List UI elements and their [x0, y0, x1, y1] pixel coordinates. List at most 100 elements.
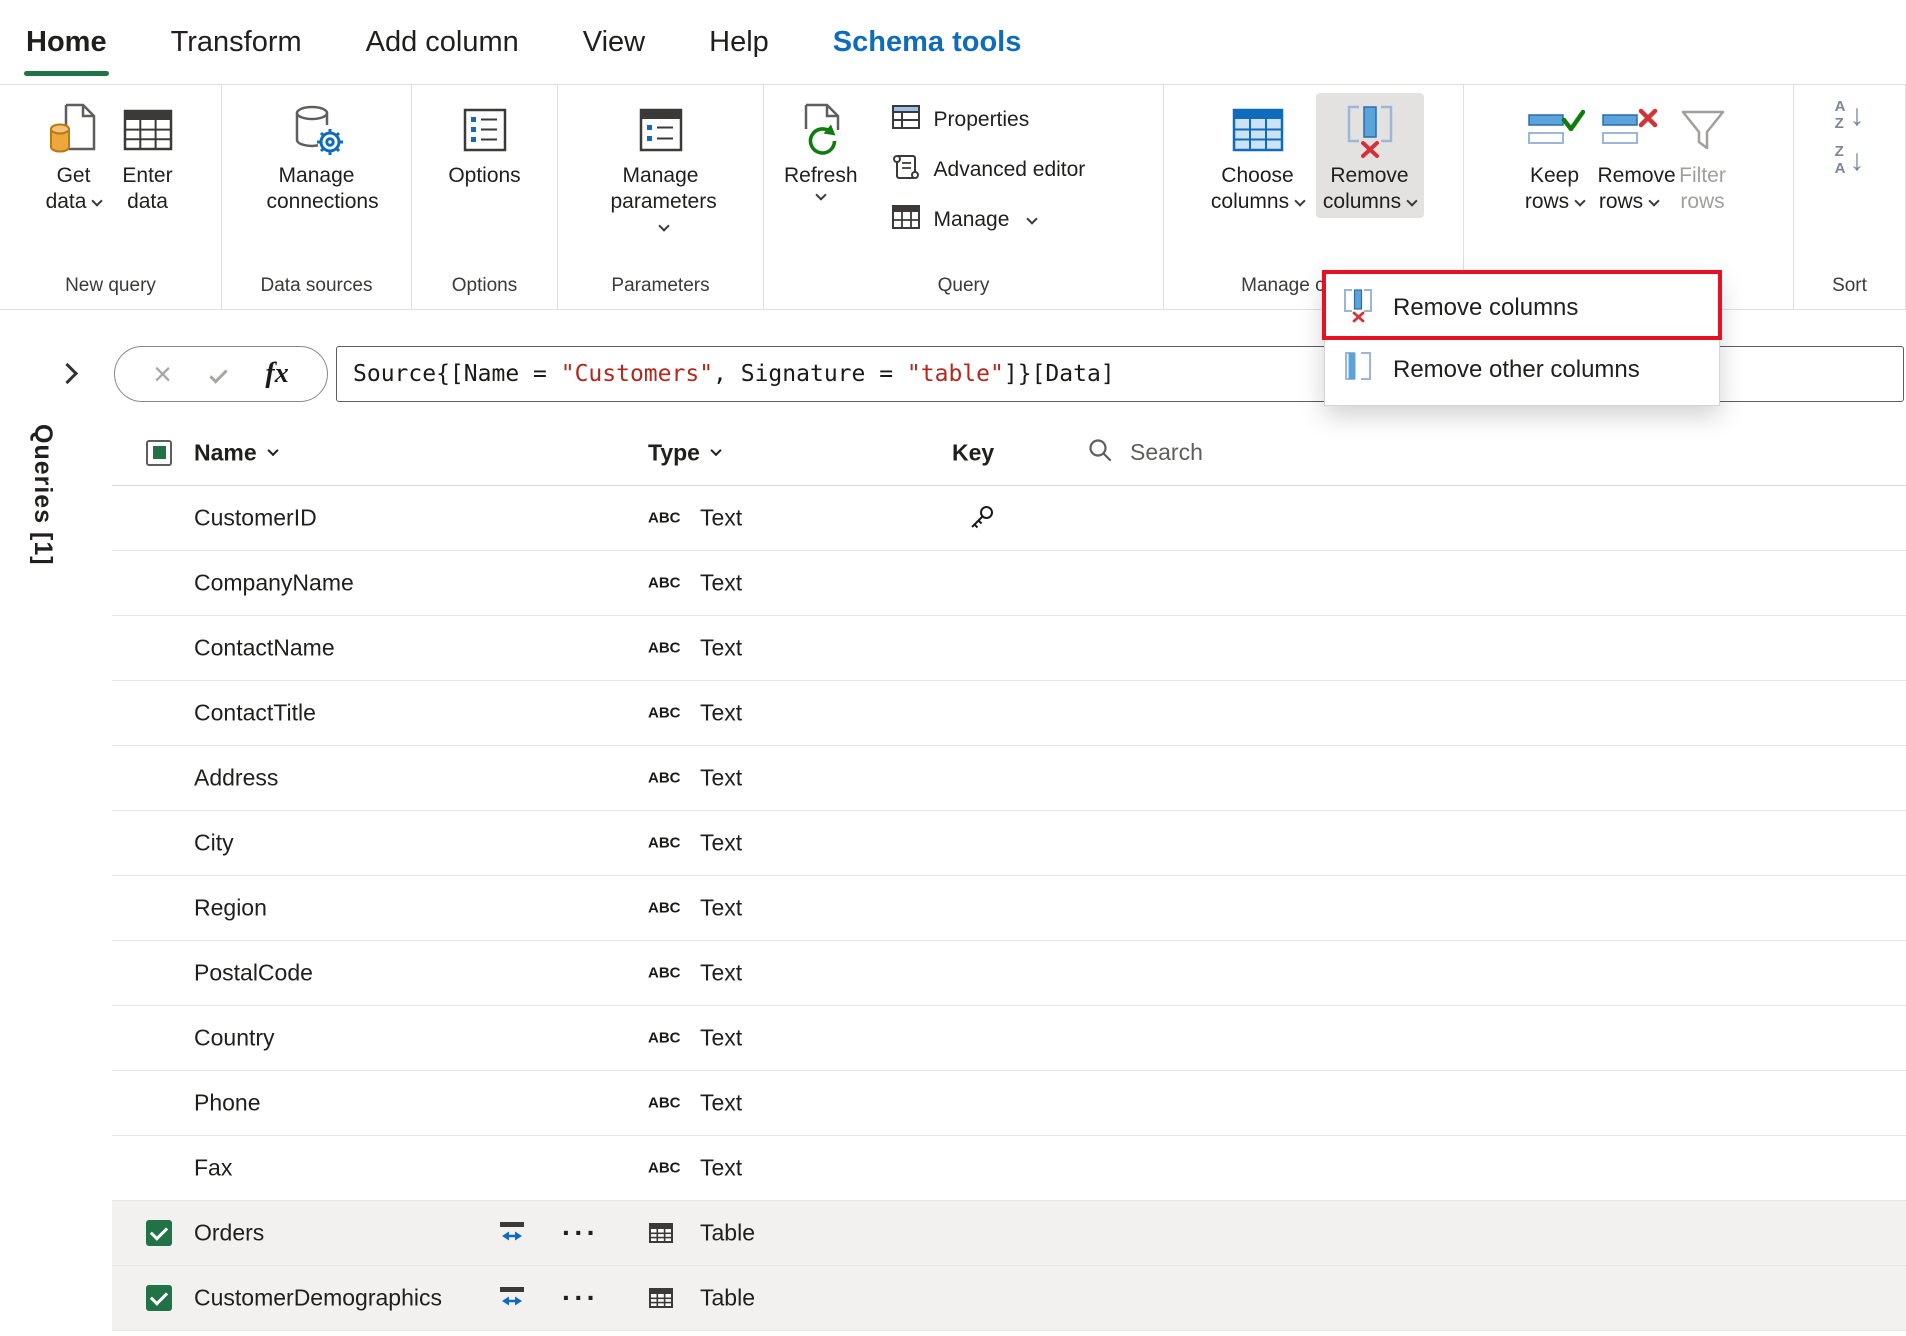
advanced-editor-icon: [890, 151, 922, 189]
field-type: Text: [700, 829, 743, 856]
chevron-down-icon: [658, 220, 670, 232]
tab-help[interactable]: Help: [709, 26, 769, 59]
menu-item-remove-columns[interactable]: Remove columns: [1322, 270, 1722, 340]
field-type: Text: [700, 894, 743, 921]
row-checkbox[interactable]: [146, 1285, 172, 1311]
manage-label: Manage: [933, 208, 1010, 231]
field-name: Phone: [194, 1089, 261, 1116]
menubar: Home Transform Add column View Help Sche…: [0, 0, 1906, 84]
expand-queries-pane-button[interactable]: [52, 356, 92, 396]
fx-icon[interactable]: fx: [265, 358, 288, 390]
field-type: Text: [700, 1024, 743, 1051]
row-checkbox[interactable]: [146, 1220, 172, 1246]
table-row[interactable]: CustomerDemographics ··· Table: [112, 1266, 1906, 1331]
options-list-icon: [457, 97, 513, 163]
choose-columns-label: Choose columns: [1210, 164, 1294, 213]
properties-button[interactable]: Properties: [880, 97, 1096, 143]
manage-connections-button[interactable]: Manage connections: [263, 93, 379, 218]
text-type-icon: ABC: [648, 1159, 681, 1177]
menu-item-remove-other-columns[interactable]: Remove other columns: [1325, 339, 1719, 401]
chevron-down-icon: [815, 188, 827, 201]
properties-icon: [890, 101, 922, 139]
options-label: Options: [448, 164, 521, 187]
table-row[interactable]: PostalCode ABC Text: [112, 941, 1906, 1006]
column-header-key: Key: [952, 439, 995, 465]
enter-data-button[interactable]: Enter data: [113, 93, 183, 218]
remove-columns-button[interactable]: Remove columns: [1315, 93, 1424, 219]
refresh-label: Refresh: [784, 164, 858, 187]
tab-schema-tools[interactable]: Schema tools: [833, 26, 1022, 59]
chevron-down-icon: [1406, 194, 1418, 207]
tab-transform[interactable]: Transform: [171, 26, 302, 59]
choose-columns-button[interactable]: Choose columns: [1204, 93, 1312, 218]
tab-view[interactable]: View: [583, 26, 645, 59]
remove-columns-dropdown: Remove columns Remove other columns: [1322, 270, 1722, 406]
get-data-button[interactable]: Get data: [39, 93, 109, 218]
field-type: Table: [700, 1219, 755, 1246]
field-type: Text: [700, 1089, 743, 1116]
options-button[interactable]: Options: [444, 93, 524, 193]
manage-button[interactable]: Manage: [880, 197, 1096, 243]
table-type-icon: [648, 1285, 674, 1311]
column-header-type[interactable]: Type: [648, 439, 722, 466]
chevron-right-icon: [56, 362, 79, 385]
table-row[interactable]: ContactName ABC Text: [112, 616, 1906, 681]
sort-descending-button[interactable]: ZA ↓: [1835, 143, 1865, 177]
sort-az-icon: AZ: [1834, 98, 1846, 132]
manage-parameters-label: Manage parameters: [610, 164, 717, 213]
formula-text: ]}[Data]: [1003, 361, 1115, 387]
down-arrow-icon: ↓: [1849, 98, 1865, 132]
filter-rows-label: Filter rows: [1679, 164, 1726, 213]
field-name: Address: [194, 764, 279, 791]
text-type-icon: ABC: [648, 1094, 681, 1112]
table-row[interactable]: Fax ABC Text: [112, 1136, 1906, 1201]
queries-pane-label: Queries [1]: [29, 424, 57, 566]
table-row[interactable]: Region ABC Text: [112, 876, 1906, 941]
field-type: Text: [700, 699, 743, 726]
table-row[interactable]: Address ABC Text: [112, 746, 1906, 811]
table-row[interactable]: City ABC Text: [112, 811, 1906, 876]
formula-text: Source{[Name =: [353, 361, 561, 387]
cancel-formula-button[interactable]: ×: [153, 358, 172, 390]
text-type-icon: ABC: [648, 704, 681, 722]
manage-parameters-button[interactable]: Manage parameters: [607, 93, 717, 244]
enter-data-label: Enter data: [122, 164, 173, 213]
table-row[interactable]: CompanyName ABC Text: [112, 551, 1906, 616]
table-row[interactable]: Phone ABC Text: [112, 1071, 1906, 1136]
table-type-icon: [648, 1220, 674, 1246]
commit-formula-button[interactable]: [209, 364, 228, 384]
field-name: ContactTitle: [194, 699, 316, 726]
field-type: Text: [700, 959, 743, 986]
table-row[interactable]: CustomerID ABC Text: [112, 486, 1906, 551]
tab-home[interactable]: Home: [24, 26, 109, 76]
search-input[interactable]: Search: [1086, 436, 1203, 470]
table-row[interactable]: Orders ··· Table: [112, 1201, 1906, 1266]
ribbon-group-parameters: Manage parameters Parameters: [558, 85, 764, 309]
remove-rows-button[interactable]: Remove rows: [1594, 93, 1676, 218]
field-name: Country: [194, 1024, 275, 1051]
refresh-icon: [792, 97, 850, 163]
filter-rows-button[interactable]: Filter rows: [1668, 93, 1738, 218]
filter-icon: [1677, 97, 1729, 163]
select-all-checkbox[interactable]: [146, 439, 172, 466]
more-options-icon[interactable]: ···: [562, 1282, 599, 1314]
field-name: Region: [194, 894, 267, 921]
text-type-icon: ABC: [648, 769, 681, 787]
sort-ascending-button[interactable]: AZ ↓: [1834, 98, 1865, 132]
keep-rows-button[interactable]: Keep rows: [1520, 93, 1590, 218]
more-options-icon[interactable]: ···: [562, 1217, 599, 1249]
expand-table-icon[interactable]: [497, 1283, 527, 1313]
field-type: Text: [700, 634, 743, 661]
keep-rows-label: Keep rows: [1524, 164, 1580, 213]
field-name: PostalCode: [194, 959, 313, 986]
ribbon-group-data-sources: Manage connections Data sources: [222, 85, 412, 309]
table-row[interactable]: ContactTitle ABC Text: [112, 681, 1906, 746]
expand-table-icon[interactable]: [497, 1218, 527, 1248]
field-name: CompanyName: [194, 569, 354, 596]
database-gear-icon: [288, 97, 346, 163]
advanced-editor-button[interactable]: Advanced editor: [880, 147, 1096, 193]
column-header-name[interactable]: Name: [194, 439, 279, 466]
refresh-button[interactable]: Refresh: [780, 93, 862, 203]
tab-add-column[interactable]: Add column: [366, 26, 519, 59]
table-row[interactable]: Country ABC Text: [112, 1006, 1906, 1071]
